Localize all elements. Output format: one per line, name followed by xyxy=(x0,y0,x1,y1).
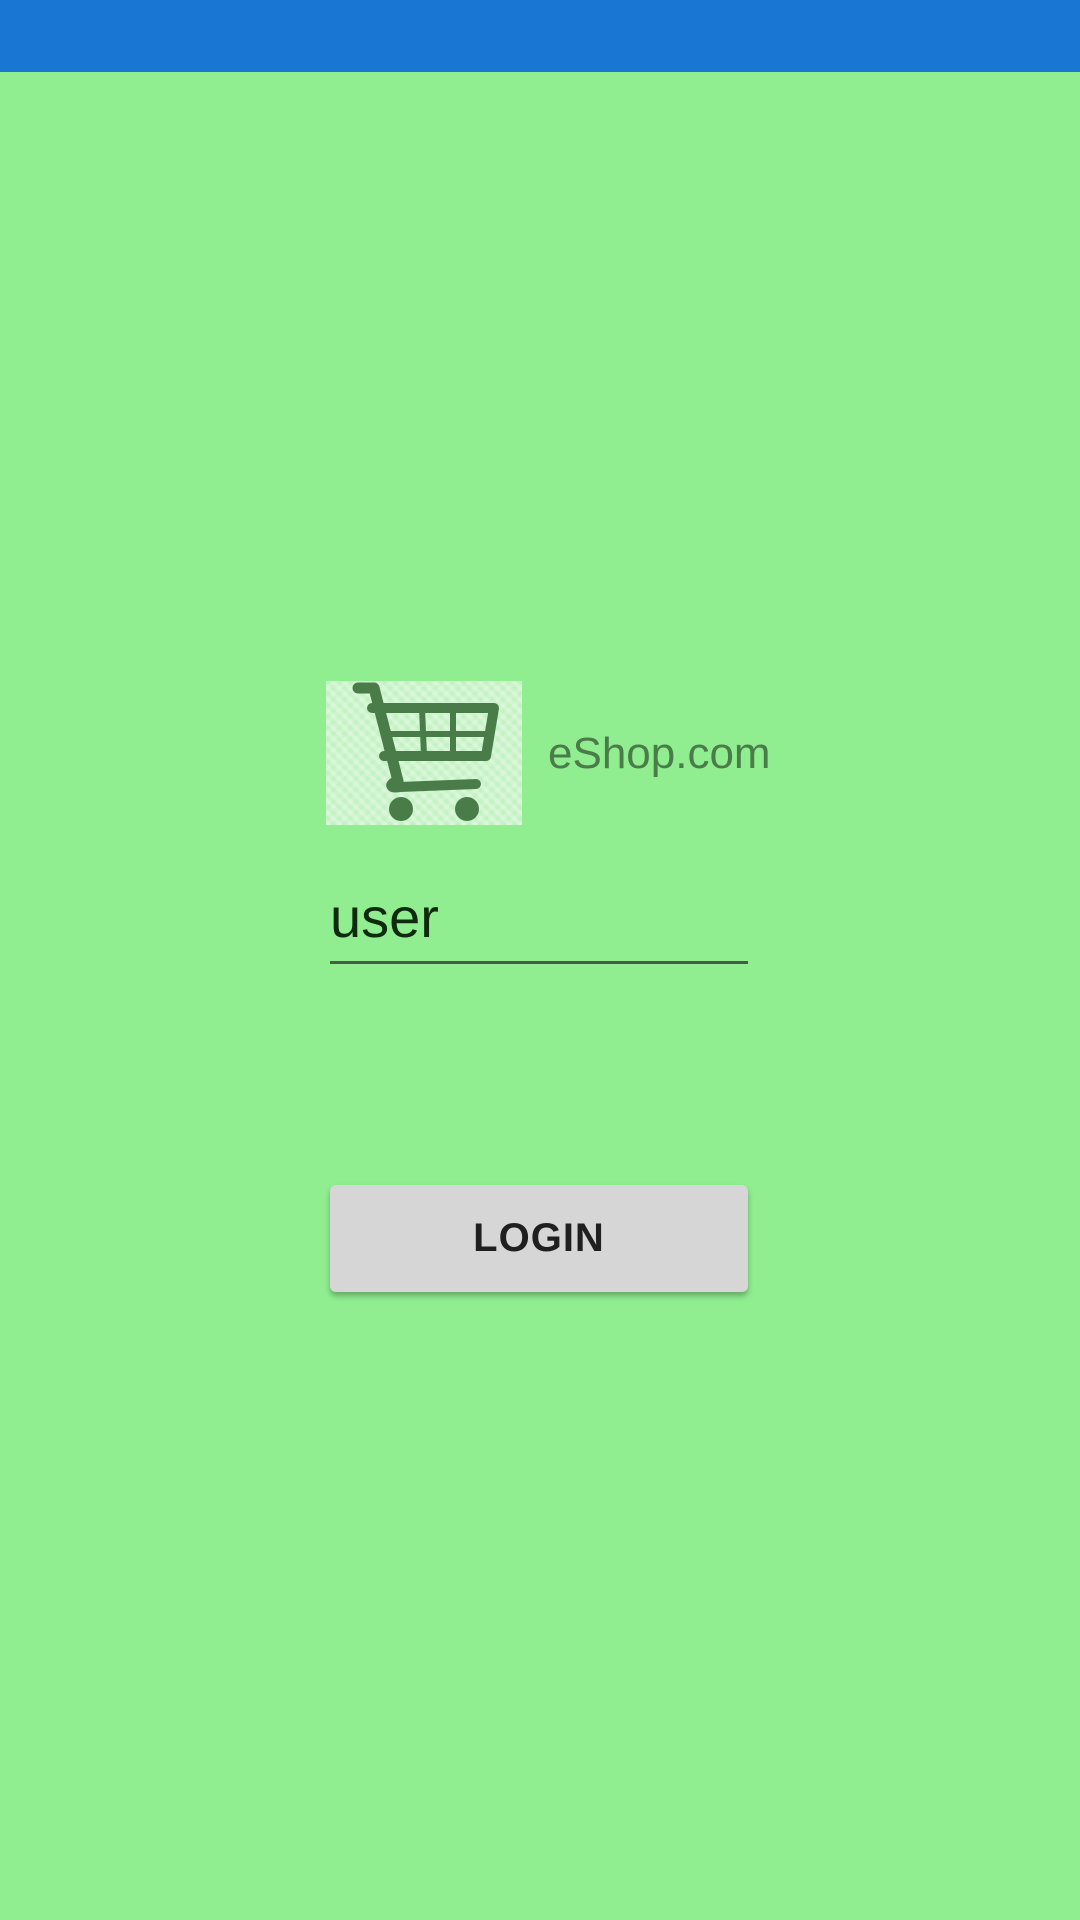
status-bar xyxy=(0,0,1080,72)
login-screen: eShop.com user LOGIN xyxy=(0,0,1080,1920)
username-field[interactable]: user xyxy=(330,874,748,964)
username-value: user xyxy=(330,886,439,949)
brand-name: eShop.com xyxy=(548,729,771,778)
logo-image xyxy=(326,681,522,825)
login-button[interactable]: LOGIN xyxy=(330,1185,748,1292)
shopping-cart-icon xyxy=(352,682,499,821)
login-button-label: LOGIN xyxy=(473,1216,605,1260)
